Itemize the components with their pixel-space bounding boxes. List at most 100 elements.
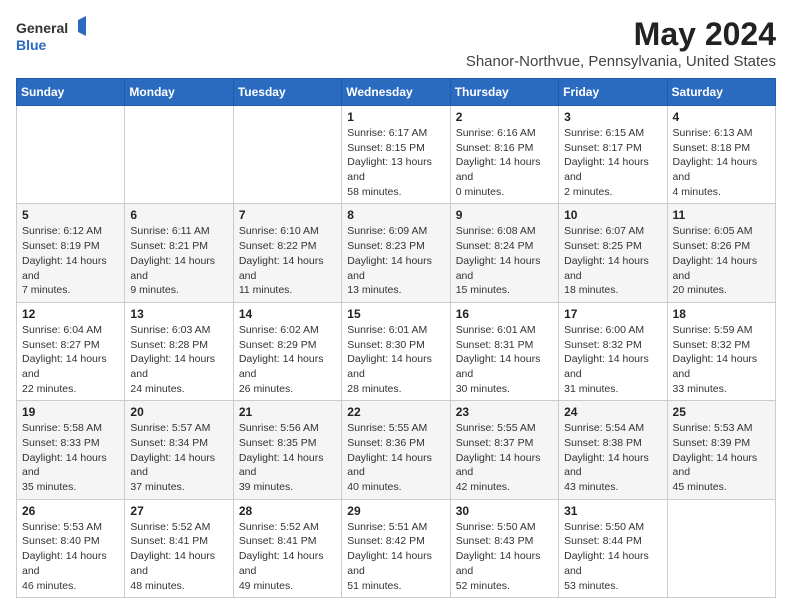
header-wednesday: Wednesday — [342, 79, 450, 106]
daylight-label: Daylight: 14 hours and — [130, 255, 215, 282]
svg-text:General: General — [16, 20, 68, 36]
day-detail: Sunrise: 6:02 AM — [239, 324, 319, 336]
daylight-label: Daylight: 14 hours and — [239, 255, 324, 282]
day-info: Sunrise: 5:54 AMSunset: 8:38 PMDaylight:… — [564, 421, 661, 494]
daylight-label: Daylight: 14 hours and — [564, 156, 649, 183]
daylight-label: Daylight: 14 hours and — [130, 550, 215, 577]
daylight-minutes: 9 minutes. — [130, 284, 178, 296]
calendar-cell: 22Sunrise: 5:55 AMSunset: 8:36 PMDayligh… — [342, 401, 450, 499]
day-info: Sunrise: 6:12 AMSunset: 8:19 PMDaylight:… — [22, 224, 119, 297]
calendar-cell: 30Sunrise: 5:50 AMSunset: 8:43 PMDayligh… — [450, 499, 558, 597]
day-detail: Sunrise: 5:53 AM — [22, 521, 102, 533]
day-info: Sunrise: 5:59 AM Sunset: 8:32 PM Daylight:… — [673, 323, 770, 396]
daylight-label: Daylight: 14 hours and — [347, 353, 432, 380]
day-detail: Sunset: 8:34 PM — [130, 437, 208, 449]
calendar-cell: 2Sunrise: 6:16 AMSunset: 8:16 PMDaylight… — [450, 106, 558, 204]
daylight-label: Daylight: 14 hours and — [22, 353, 107, 380]
day-info: Sunrise: 5:52 AMSunset: 8:41 PMDaylight:… — [239, 520, 336, 593]
week-row-1: 1Sunrise: 6:17 AMSunset: 8:15 PMDaylight… — [17, 106, 776, 204]
daylight-minutes: 49 minutes. — [239, 580, 293, 592]
daylight-label: Daylight: 14 hours and — [456, 550, 541, 577]
daylight-label: Daylight: 14 hours and — [673, 353, 758, 380]
day-detail: Sunrise: 6:00 AM — [564, 324, 644, 336]
day-number: 8 — [347, 208, 444, 222]
day-detail: Sunrise: 5:56 AM — [239, 422, 319, 434]
day-info: Sunrise: 6:04 AMSunset: 8:27 PMDaylight:… — [22, 323, 119, 396]
daylight-minutes: 24 minutes. — [130, 383, 184, 395]
day-detail: Sunset: 8:29 PM — [239, 339, 317, 351]
calendar-cell: 6 Sunrise: 6:11 AMSunset: 8:21 PMDaylight… — [125, 204, 233, 302]
day-info: Sunrise: 5:56 AMSunset: 8:35 PMDaylight:… — [239, 421, 336, 494]
header-friday: Friday — [559, 79, 667, 106]
daylight-minutes: 28 minutes. — [347, 383, 401, 395]
day-detail: Sunrise: 5:51 AM — [347, 521, 427, 533]
daylight-minutes: 7 minutes. — [22, 284, 70, 296]
day-detail: Sunrise: 6:08 AM — [456, 225, 536, 237]
calendar-cell: 24Sunrise: 5:54 AMSunset: 8:38 PMDayligh… — [559, 401, 667, 499]
calendar-cell: 11Sunrise: 6:05 AMSunset: 8:26 PMDayligh… — [667, 204, 775, 302]
day-info: Sunrise: 6:01 AMSunset: 8:31 PMDaylight:… — [456, 323, 553, 396]
daylight-label: Daylight: 14 hours and — [456, 255, 541, 282]
day-detail: Sunset: 8:37 PM — [456, 437, 534, 449]
day-detail: Sunset: 8:31 PM — [456, 339, 534, 351]
day-number: 20 — [130, 405, 227, 419]
day-detail: Sunrise: 5:59 AM — [673, 324, 753, 336]
calendar-cell: 8Sunrise: 6:09 AMSunset: 8:23 PMDaylight… — [342, 204, 450, 302]
daylight-minutes: 40 minutes. — [347, 481, 401, 493]
day-detail: Sunrise: 6:04 AM — [22, 324, 102, 336]
daylight-minutes: 51 minutes. — [347, 580, 401, 592]
calendar-cell — [667, 499, 775, 597]
daylight-label: Daylight: 14 hours and — [130, 353, 215, 380]
header-thursday: Thursday — [450, 79, 558, 106]
day-detail: Sunrise: 6:13 AM — [673, 127, 753, 139]
day-info: Sunrise: 5:50 AMSunset: 8:43 PMDaylight:… — [456, 520, 553, 593]
day-info: Sunrise: 5:52 AMSunset: 8:41 PMDaylight:… — [130, 520, 227, 593]
day-detail: Sunset: 8:43 PM — [456, 535, 534, 547]
day-detail: Sunset: 8:28 PM — [130, 339, 208, 351]
daylight-minutes: 53 minutes. — [564, 580, 618, 592]
day-info: Sunrise: 6:15 AMSunset: 8:17 PMDaylight:… — [564, 126, 661, 199]
day-detail: Sunset: 8:15 PM — [347, 142, 425, 154]
daylight-minutes: 52 minutes. — [456, 580, 510, 592]
day-detail: Sunset: 8:23 PM — [347, 240, 425, 252]
day-info: Sunrise: 5:58 AMSunset: 8:33 PMDaylight:… — [22, 421, 119, 494]
day-number: 25 — [673, 405, 770, 419]
day-detail: Sunset: 8:44 PM — [564, 535, 642, 547]
day-number: 26 — [22, 504, 119, 518]
calendar-cell: 26Sunrise: 5:53 AMSunset: 8:40 PMDayligh… — [17, 499, 125, 597]
day-info: Sunrise: 6:16 AMSunset: 8:16 PMDaylight:… — [456, 126, 553, 199]
daylight-minutes: 18 minutes. — [564, 284, 618, 296]
day-number: 4 — [673, 110, 770, 124]
daylight-minutes: 45 minutes. — [673, 481, 727, 493]
daylight-minutes: 46 minutes. — [22, 580, 76, 592]
day-detail: Sunset: 8:22 PM — [239, 240, 317, 252]
calendar-cell: 19Sunrise: 5:58 AMSunset: 8:33 PMDayligh… — [17, 401, 125, 499]
daylight-minutes: 43 minutes. — [564, 481, 618, 493]
day-number: 27 — [130, 504, 227, 518]
day-number: 31 — [564, 504, 661, 518]
day-detail: Sunrise: 5:58 AM — [22, 422, 102, 434]
calendar-cell: 1Sunrise: 6:17 AMSunset: 8:15 PMDaylight… — [342, 106, 450, 204]
daylight-label: Daylight: 14 hours and — [456, 353, 541, 380]
day-info: Sunrise: 6:10 AMSunset: 8:22 PMDaylight:… — [239, 224, 336, 297]
week-row-4: 19Sunrise: 5:58 AMSunset: 8:33 PMDayligh… — [17, 401, 776, 499]
day-detail: Sunrise: 6:15 AM — [564, 127, 644, 139]
calendar-cell: 4Sunrise: 6:13 AMSunset: 8:18 PMDaylight… — [667, 106, 775, 204]
daylight-minutes: 30 minutes. — [456, 383, 510, 395]
day-detail: Sunrise: 5:53 AM — [673, 422, 753, 434]
header-monday: Monday — [125, 79, 233, 106]
day-info: Sunrise: 6:11 AMSunset: 8:21 PMDaylight:… — [130, 224, 227, 297]
daylight-label: Daylight: 14 hours and — [22, 452, 107, 479]
day-detail: Sunset: 8:32 PM — [673, 339, 751, 351]
day-number: 23 — [456, 405, 553, 419]
daylight-label: Daylight: 14 hours and — [564, 452, 649, 479]
day-number: 6 — [130, 208, 227, 222]
day-detail: Sunset: 8:40 PM — [22, 535, 100, 547]
daylight-label: Daylight: 14 hours and — [347, 550, 432, 577]
day-detail: Sunrise: 5:57 AM — [130, 422, 210, 434]
calendar: SundayMondayTuesdayWednesdayThursdayFrid… — [16, 78, 776, 598]
daylight-minutes: 42 minutes. — [456, 481, 510, 493]
day-number: 17 — [564, 307, 661, 321]
daylight-minutes: 15 minutes. — [456, 284, 510, 296]
day-info: Sunrise: 6:00 AMSunset: 8:32 PMDaylight:… — [564, 323, 661, 396]
